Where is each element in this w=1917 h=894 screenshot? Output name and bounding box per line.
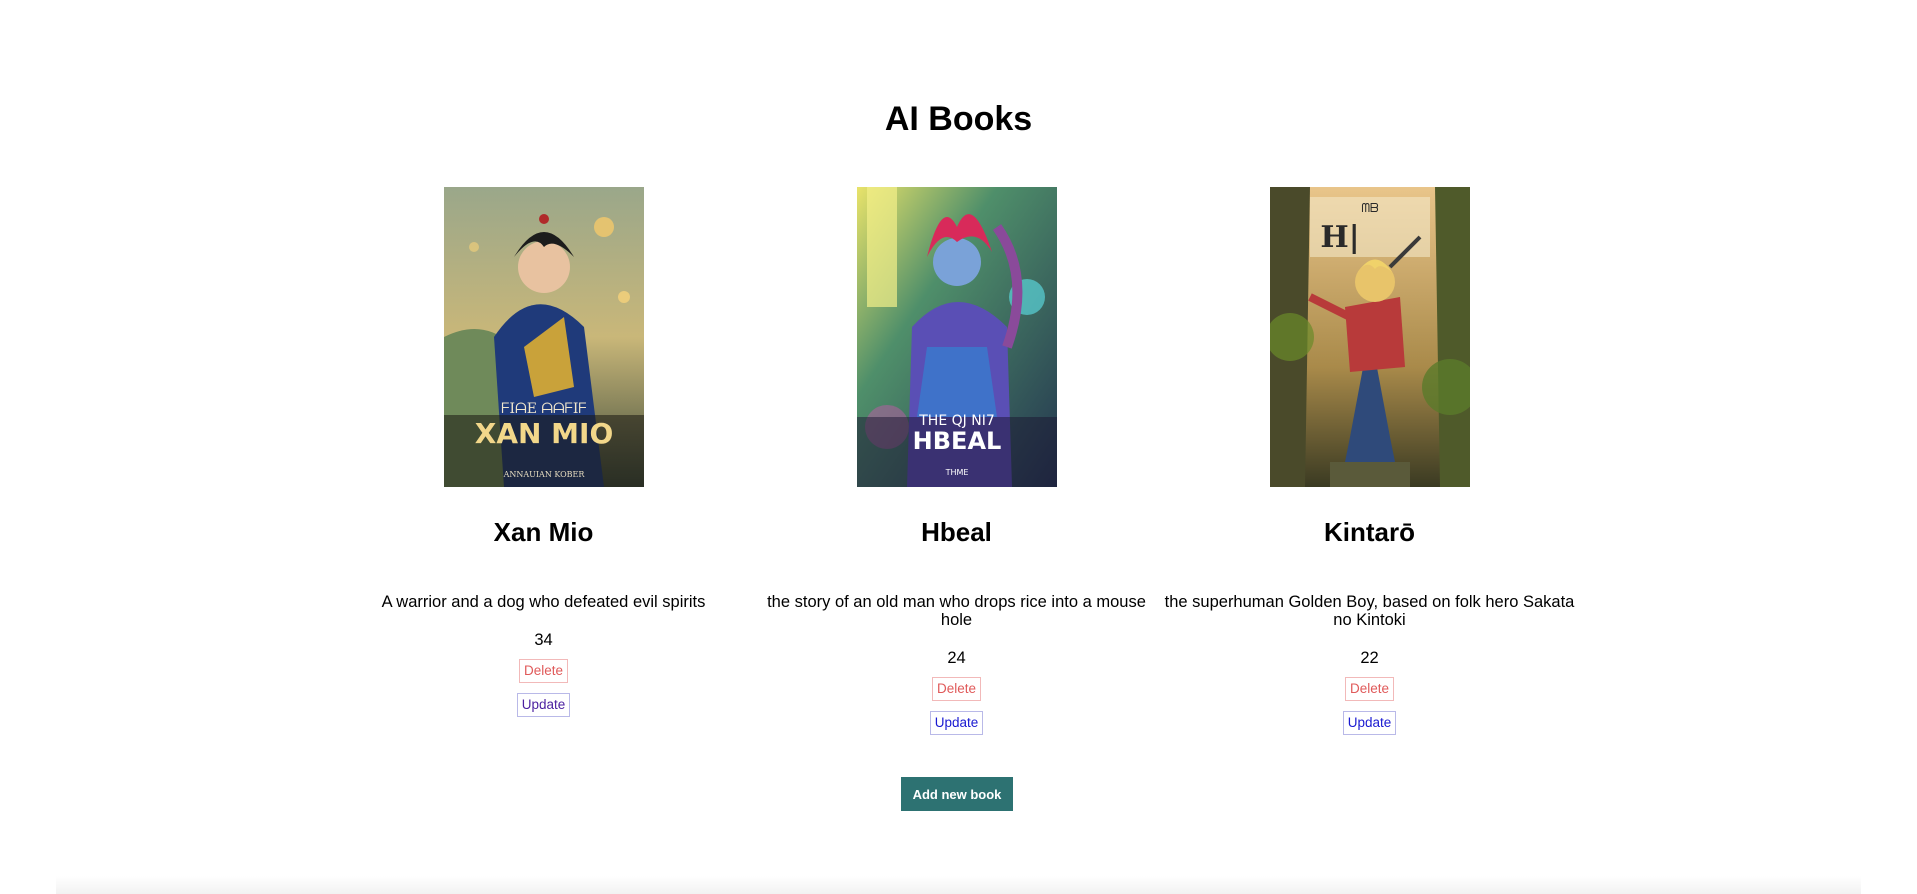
svg-text:ᖴIᗩE ᗩᗩᖴIᖴ: ᖴIᗩE ᗩᗩᖴIᖴ xyxy=(501,401,586,417)
add-new-book-button[interactable]: Add new book xyxy=(901,777,1013,811)
svg-text:ᗰᗷ: ᗰᗷ xyxy=(1361,201,1379,215)
book-card: THE QJ NI7 HBEAL THME Hbeal the story of… xyxy=(750,187,1163,735)
page: AI Books ᖴIᗩE ᗩᗩᖴIᖴ XAN MIO ANNAUIAN KOB… xyxy=(0,0,1917,894)
svg-text:XAN MIO: XAN MIO xyxy=(474,417,613,450)
book-cover-image: ᗰᗷ H| xyxy=(1269,187,1470,487)
book-description: A warrior and a dog who defeated evil sp… xyxy=(381,593,706,611)
book-card: ᖴIᗩE ᗩᗩᖴIᖴ XAN MIO ANNAUIAN KOBER Xan Mi… xyxy=(337,187,750,717)
svg-text:HBEAL: HBEAL xyxy=(912,427,1001,455)
book-list: ᖴIᗩE ᗩᗩᖴIᖴ XAN MIO ANNAUIAN KOBER Xan Mi… xyxy=(0,187,1917,747)
book-title: Hbeal xyxy=(921,517,992,547)
page-title: AI Books xyxy=(884,100,1033,138)
svg-text:H|: H| xyxy=(1320,220,1359,255)
book-title: Kintarō xyxy=(1324,517,1415,547)
update-button[interactable]: Update xyxy=(1342,711,1397,735)
footer-divider xyxy=(56,876,1861,894)
book-cover-image: ᖴIᗩE ᗩᗩᖴIᖴ XAN MIO ANNAUIAN KOBER xyxy=(443,187,644,487)
book-description: the superhuman Golden Boy, based on folk… xyxy=(1164,593,1575,629)
book-cover-image: THE QJ NI7 HBEAL THME xyxy=(856,187,1057,487)
book-price: 22 xyxy=(1360,649,1379,667)
delete-button[interactable]: Delete xyxy=(931,677,982,701)
book-price: 34 xyxy=(534,631,553,649)
delete-button[interactable]: Delete xyxy=(1344,677,1395,701)
book-description: the story of an old man who drops rice i… xyxy=(767,593,1146,629)
svg-text:THME: THME xyxy=(944,468,968,477)
update-button[interactable]: Update xyxy=(516,693,571,717)
book-title: Xan Mio xyxy=(493,517,594,547)
book-price: 24 xyxy=(947,649,966,667)
book-card: ᗰᗷ H| Kintarō the superhuman Golden Boy,… xyxy=(1163,187,1576,735)
delete-button[interactable]: Delete xyxy=(518,659,569,683)
update-button[interactable]: Update xyxy=(929,711,984,735)
svg-text:ANNAUIAN KOBER: ANNAUIAN KOBER xyxy=(502,470,585,479)
